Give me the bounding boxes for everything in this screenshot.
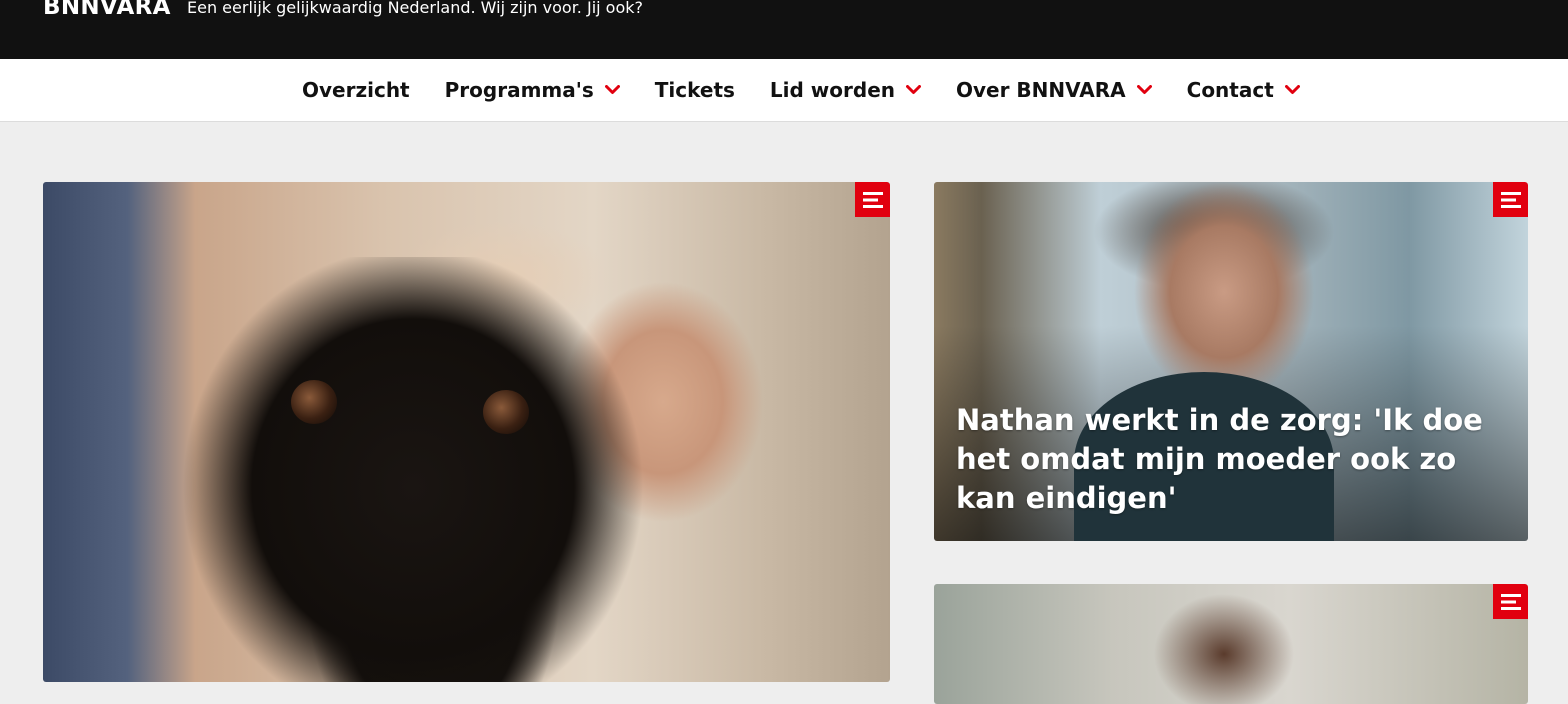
article-card[interactable]: Nathan werkt in de zorg: 'Ik doe het omd… (934, 182, 1528, 541)
article-icon (862, 191, 883, 208)
chevron-down-icon[interactable] (906, 85, 921, 95)
article-image-dog-eye (483, 390, 529, 434)
main-navigation: Overzicht Programma's Tickets Lid worden… (0, 59, 1568, 122)
chevron-down-icon[interactable] (1136, 85, 1152, 95)
article-type-badge (1493, 584, 1528, 619)
nav-item-over-bnnvara[interactable]: Over BNNVARA (956, 78, 1152, 102)
featured-article-card[interactable] (43, 182, 890, 682)
article-card[interactable] (934, 584, 1528, 704)
article-icon (1500, 593, 1521, 610)
nav-item-lid-worden[interactable]: Lid worden (770, 78, 921, 102)
article-image-dog (183, 257, 643, 682)
tagline: Een eerlijk gelijkwaardig Nederland. Wij… (187, 0, 643, 17)
nav-item-programmas[interactable]: Programma's (445, 78, 620, 102)
nav-item-tickets[interactable]: Tickets (655, 78, 735, 102)
nav-item-label: Tickets (654, 78, 735, 102)
article-title[interactable]: Nathan werkt in de zorg: 'Ik doe het omd… (956, 401, 1488, 518)
chevron-down-icon[interactable] (1284, 85, 1300, 95)
article-icon (1500, 191, 1521, 208)
nav-item-label: Programma's (444, 78, 594, 102)
article-image-dog-eye (291, 380, 337, 424)
article-type-badge (855, 182, 890, 217)
nav-item-overzicht[interactable]: Overzicht (302, 78, 410, 102)
nav-item-label: Overzicht (302, 78, 410, 102)
nav-list: Overzicht Programma's Tickets Lid worden… (302, 59, 1300, 121)
nav-item-label: Over BNNVARA (956, 78, 1126, 102)
top-bar: BNNVARA Een eerlijk gelijkwaardig Nederl… (0, 0, 1568, 59)
nav-item-label: Lid worden (769, 78, 895, 102)
nav-item-label: Contact (1186, 78, 1274, 102)
bnnvara-logo[interactable]: BNNVARA (43, 0, 171, 22)
chevron-down-icon[interactable] (604, 85, 620, 95)
article-type-badge (1493, 182, 1528, 217)
nav-item-contact[interactable]: Contact (1187, 78, 1300, 102)
